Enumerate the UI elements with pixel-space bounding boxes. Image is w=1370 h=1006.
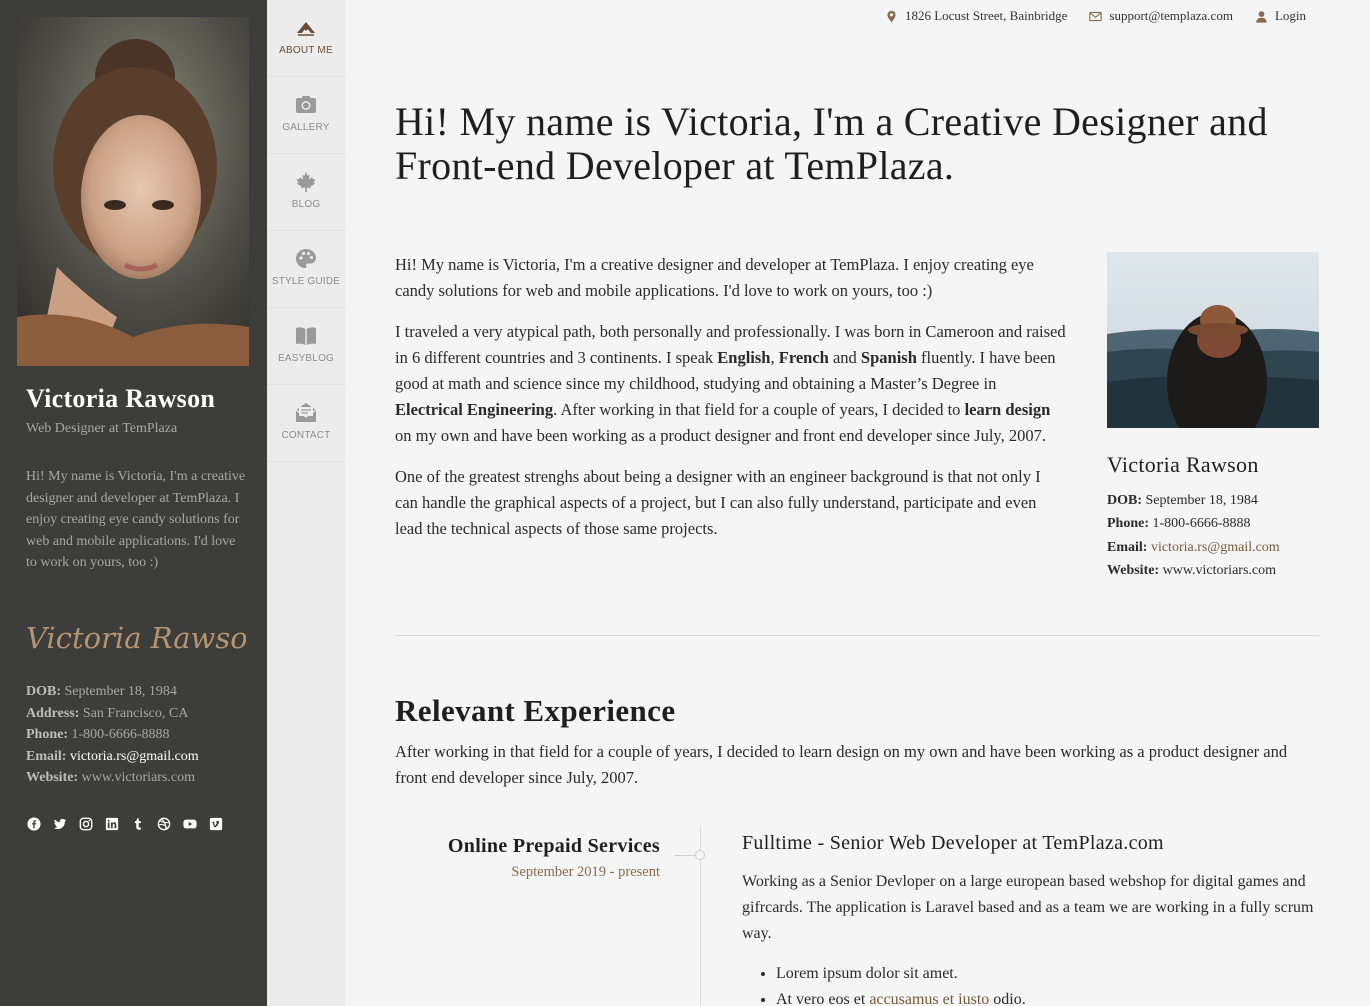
profile-bio: Hi! My name is Victoria, I'm a creative … <box>26 469 246 570</box>
dob-value: September 18, 1984 <box>64 684 177 699</box>
nav-item-blog[interactable]: BLOG <box>267 154 345 231</box>
phone-value: 1-800-6666-8888 <box>71 727 170 742</box>
nav-item-about-me[interactable]: ABOUT ME <box>267 0 345 77</box>
address-value: San Francisco, CA <box>82 705 189 721</box>
timeline-dot <box>695 850 705 860</box>
intro-paragraph-2: I traveled a very atypical path, both pe… <box>395 322 1066 445</box>
card-photo <box>1107 252 1319 428</box>
user-icon <box>1256 10 1267 23</box>
tumblr-icon[interactable] <box>130 816 145 831</box>
maple-leaf-icon <box>296 172 316 192</box>
card-info: DOB: September 18, 1984 Phone: 1-800-666… <box>1107 493 1280 578</box>
social-links <box>26 816 223 831</box>
intro-paragraph-1: Hi! My name is Victoria, I'm a creative … <box>395 255 1034 300</box>
job-description: Working as a Senior Devloper on a large … <box>742 873 1314 942</box>
job-title: Fulltime - Senior Web Developer at TemPl… <box>742 832 1164 854</box>
twitter-icon[interactable] <box>52 816 67 831</box>
job-company: Online Prepaid Services <box>447 835 660 857</box>
facebook-icon[interactable] <box>26 816 41 831</box>
map-marker-icon <box>887 10 896 22</box>
profile-photo <box>17 17 249 366</box>
profile-name: Victoria Rawson <box>26 384 216 413</box>
page-title: Hi! My name is Victoria, I'm a Creative … <box>395 99 1268 188</box>
timeline-connector <box>675 855 695 856</box>
about-me-icon <box>297 22 315 36</box>
website-value: www.victoriars.com <box>81 770 196 785</box>
camera-icon <box>296 96 316 113</box>
palette-icon <box>296 249 316 268</box>
envelope-open-icon <box>295 403 317 422</box>
profile-role: Web Designer at TemPlaza <box>26 421 178 436</box>
card-email-link[interactable]: victoria.rs@gmail.com <box>1151 540 1280 555</box>
profile-sidebar: Victoria Rawson Web Designer at TemPlaza… <box>0 0 267 1006</box>
list-item: Lorem ipsum dolor sit amet. <box>776 961 1336 987</box>
youtube-icon[interactable] <box>182 816 197 831</box>
email-link[interactable]: victoria.rs@gmail.com <box>70 749 199 764</box>
envelope-icon <box>1089 11 1103 21</box>
topbar-address: 1826 Locust Street, Bainbridge <box>885 8 1067 24</box>
dribbble-icon[interactable] <box>156 816 171 831</box>
top-bar: 1826 Locust Street, Bainbridge support@t… <box>885 8 1306 24</box>
about-intro: Hi! My name is Victoria, I'm a creative … <box>395 252 1067 557</box>
login-link[interactable]: Login <box>1255 8 1306 24</box>
nav-item-style-guide[interactable]: STYLE GUIDE <box>267 231 345 308</box>
signature-image: Victoria Rawson <box>24 614 266 662</box>
book-icon <box>296 327 316 345</box>
nav-item-contact[interactable]: CONTACT <box>267 385 345 462</box>
topbar-email[interactable]: support@templaza.com <box>1089 8 1233 24</box>
card-name: Victoria Rawson <box>1107 452 1259 477</box>
list-item: At vero eos et accusamus et iusto odio. <box>776 987 1336 1006</box>
profile-info: DOB: September 18, 1984 Address: San Fra… <box>26 684 199 785</box>
instagram-icon[interactable] <box>78 816 93 831</box>
svg-text:Victoria Rawson: Victoria Rawson <box>26 621 246 655</box>
experience-heading: Relevant Experience <box>395 693 676 728</box>
nav-item-easyblog[interactable]: EASYBLOG <box>267 308 345 385</box>
experience-intro: After working in that field for a couple… <box>395 742 1288 787</box>
job-bullets: Lorem ipsum dolor sit amet. At vero eos … <box>776 961 1336 1006</box>
bullet-link[interactable]: accusamus et iusto <box>869 991 989 1006</box>
section-divider <box>395 635 1319 636</box>
job-date: September 2019 - present <box>511 864 660 880</box>
linkedin-icon[interactable] <box>104 816 119 831</box>
icon-navigation: ABOUT ME GALLERY BLOG STYLE GUIDE EASYBL… <box>267 0 345 1006</box>
vimeo-icon[interactable] <box>208 816 223 831</box>
nav-item-gallery[interactable]: GALLERY <box>267 77 345 154</box>
intro-paragraph-3: One of the greatest strenghs about being… <box>395 467 1041 538</box>
